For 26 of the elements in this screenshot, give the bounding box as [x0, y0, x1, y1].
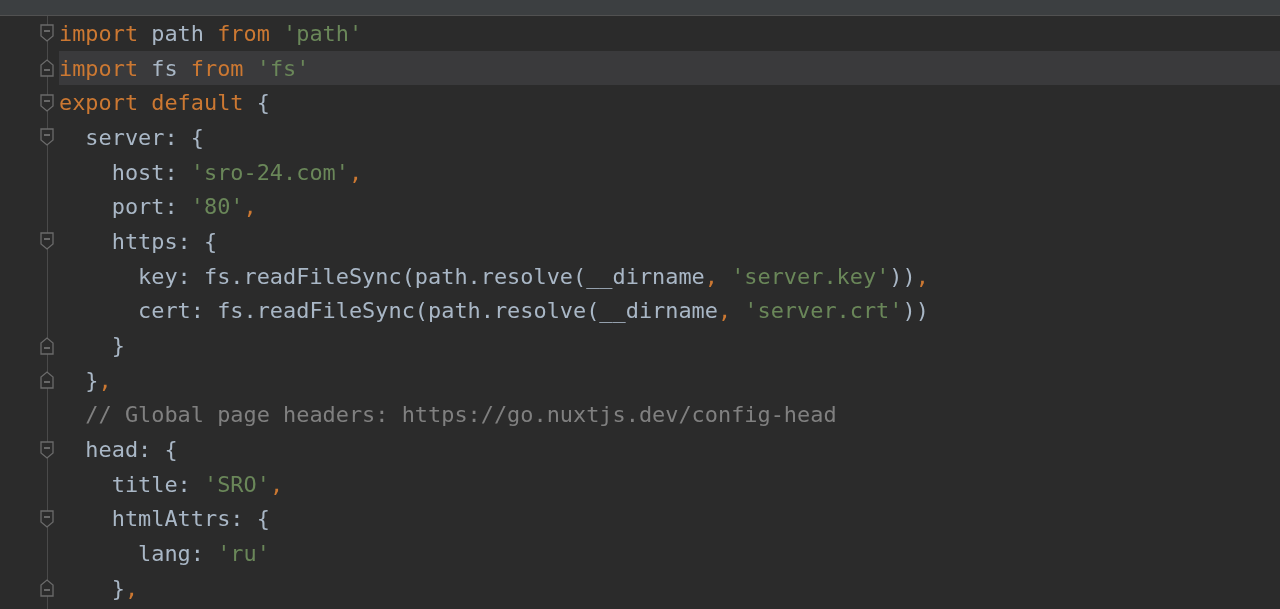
fold-icon[interactable]	[40, 232, 54, 251]
fold-icon[interactable]	[40, 128, 54, 147]
fold-icon[interactable]	[40, 440, 54, 459]
fold-icon[interactable]	[40, 24, 54, 43]
code-line: },	[110, 574, 140, 603]
fold-icon[interactable]	[40, 93, 54, 112]
code-line: export default {	[59, 89, 271, 118]
code-line: import path from 'path'	[59, 19, 364, 48]
fold-icon[interactable]	[40, 509, 54, 528]
code-line: host: 'sro-24.com',	[110, 158, 364, 187]
fold-end-icon[interactable]	[40, 579, 54, 598]
code-line: lang: 'ru'	[137, 540, 271, 569]
fold-end-icon[interactable]	[40, 59, 54, 78]
code-line: },	[84, 366, 113, 395]
code-line: https: {	[110, 227, 219, 256]
fold-end-icon[interactable]	[40, 336, 54, 355]
code-line: port: '80',	[110, 193, 258, 222]
code-line: key: fs.readFileSync(path.resolve(__dirname, 'server.key')),	[137, 262, 930, 291]
code-line: htmlAttrs: {	[110, 505, 271, 534]
fold-end-icon[interactable]	[40, 371, 54, 390]
code-line: }	[110, 332, 126, 361]
code-line: head: {	[84, 436, 179, 465]
code-line: title: 'SRO',	[110, 470, 285, 499]
code-line: cert: fs.readFileSync(path.resolve(__dirname, 'server.crt'))	[137, 297, 930, 326]
code-line: // Global page headers: https://go.nuxtjs.dev/config-head	[84, 401, 838, 430]
code-line: server: {	[84, 123, 205, 152]
